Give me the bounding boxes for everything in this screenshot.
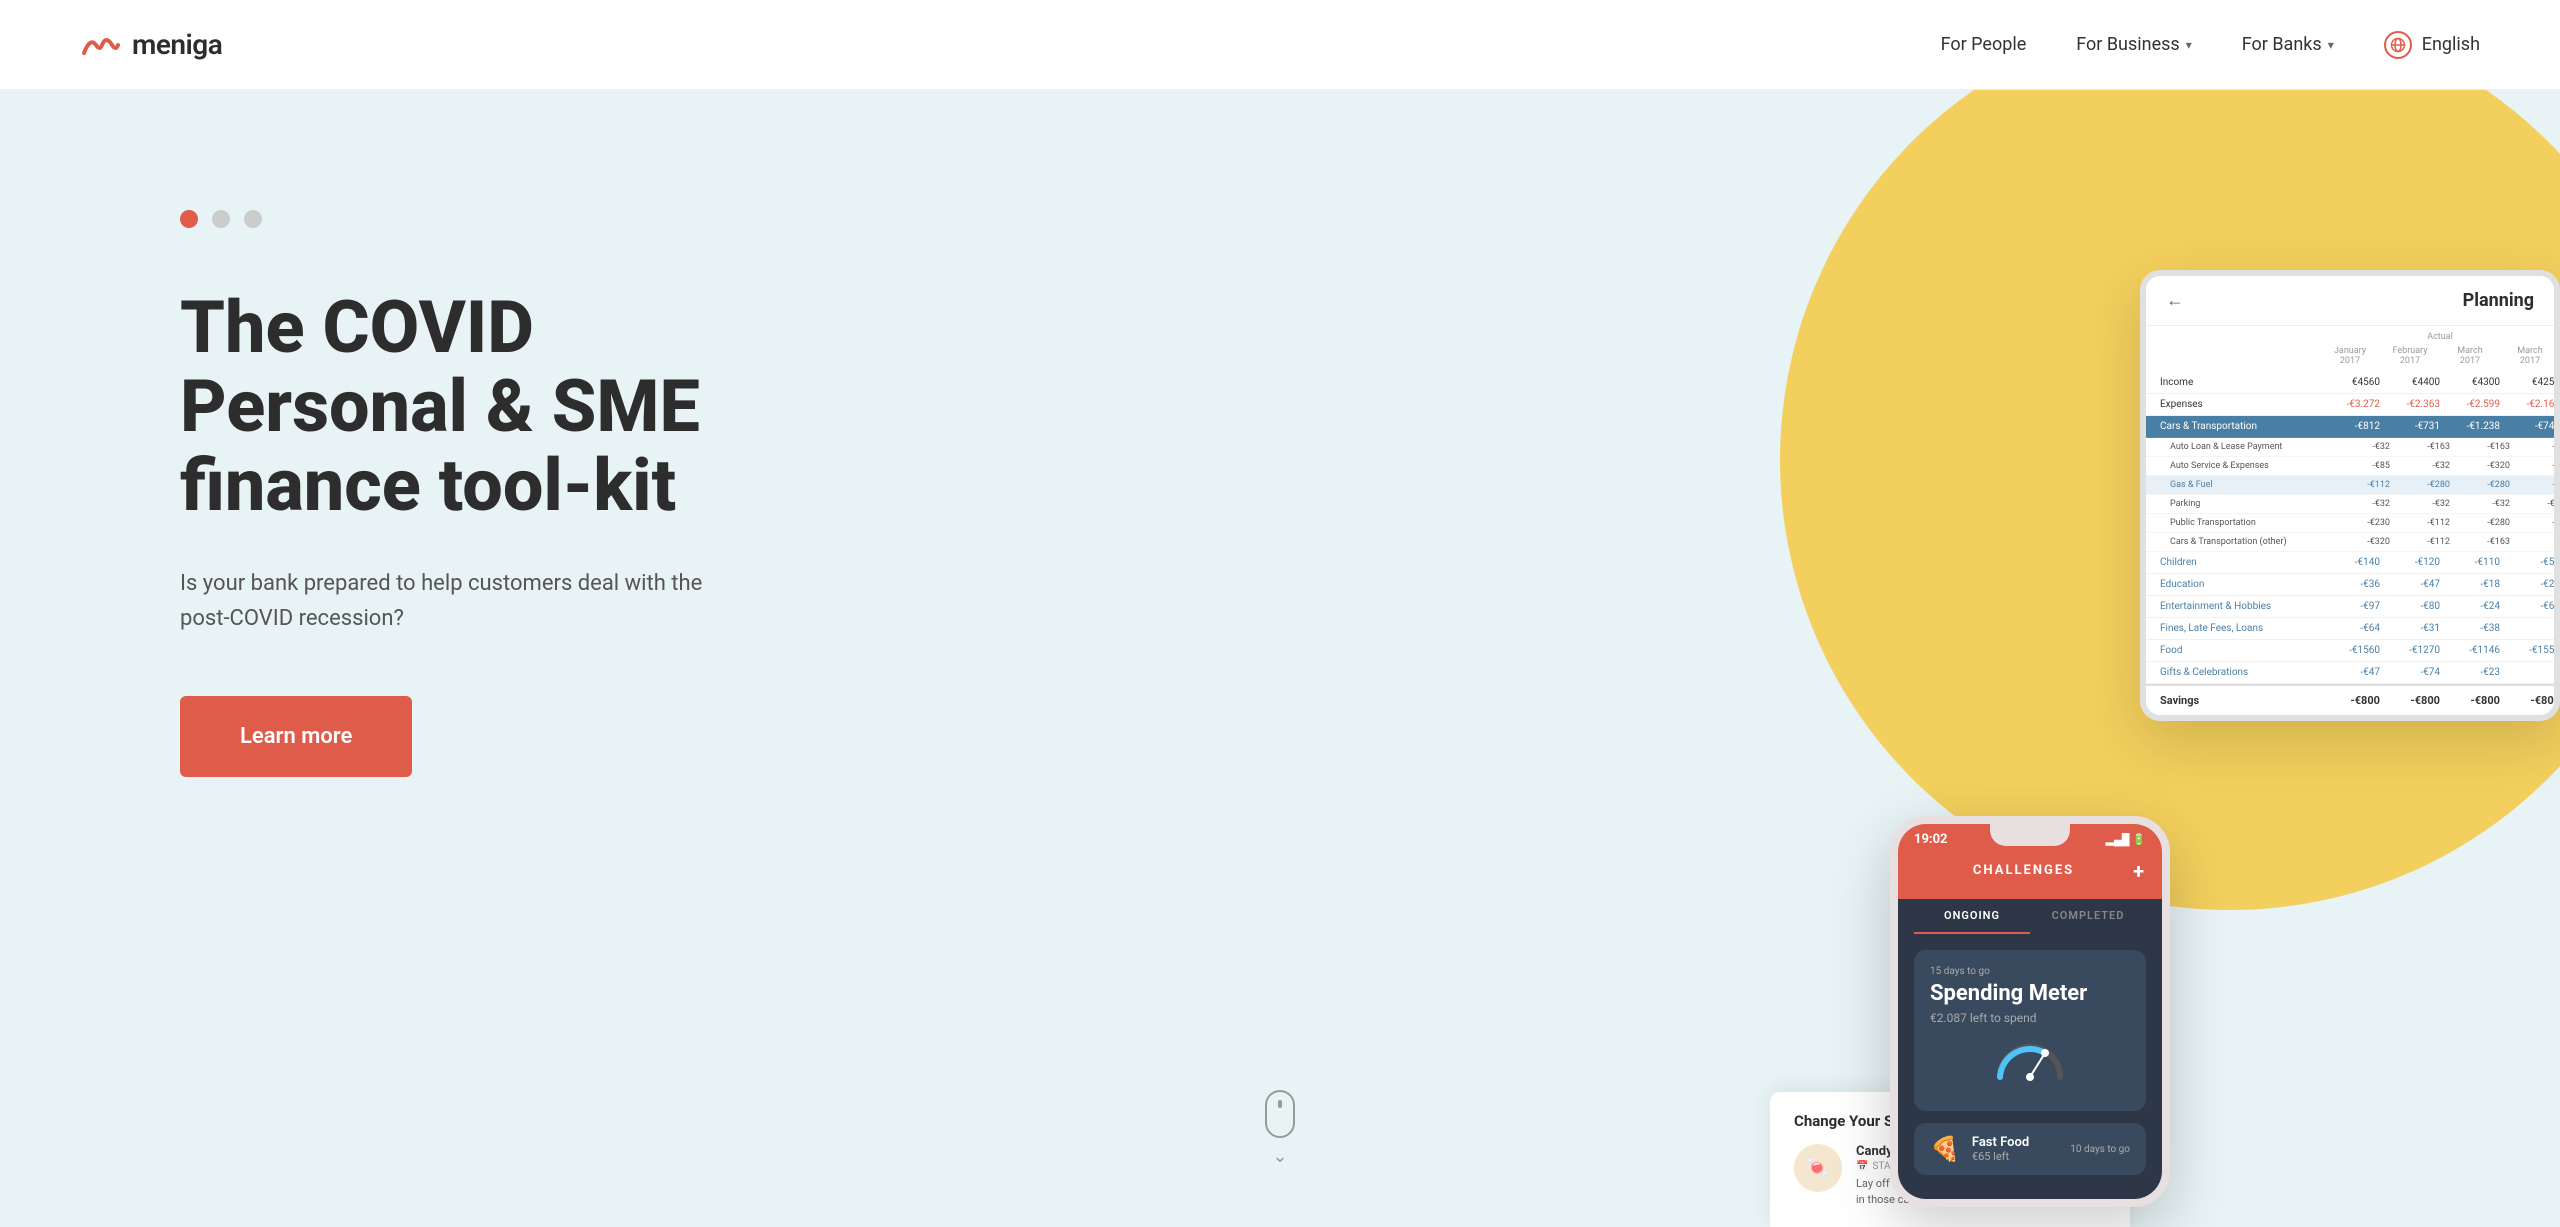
scroll-indicator: ⌄ [1265, 1090, 1295, 1167]
table-month-headers: January 2017 February 2017 March 2017 Ma… [2146, 344, 2554, 372]
table-row: Fines, Late Fees, Loans -€64 -€31 -€38 0 [2146, 618, 2554, 640]
logo[interactable]: meniga [80, 28, 222, 61]
carousel-dot-2[interactable] [212, 210, 230, 228]
chevron-down-icon: ▾ [2328, 38, 2334, 52]
tab-ongoing[interactable]: ONGOING [1914, 899, 2030, 934]
table-row: Food -€1560 -€1270 -€1146 -€1557 [2146, 640, 2554, 662]
table-row: Gifts & Celebrations -€47 -€74 -€23 [2146, 662, 2554, 684]
nav-for-business[interactable]: For Business ▾ [2076, 34, 2192, 55]
tablet-body: Actual January 2017 February 2017 March [2146, 326, 2554, 715]
table-row: Auto Loan & Lease Payment -€32 -€163 -€1… [2146, 438, 2554, 457]
chevron-down-icon: ▾ [2186, 38, 2192, 52]
logo-text: meniga [132, 28, 222, 61]
table-row: Expenses -€3.272 -€2.363 -€2.599 -€2.166 [2146, 394, 2554, 416]
phone-tabs: ONGOING COMPLETED [1898, 899, 2162, 934]
table-row-highlight: Cars & Transportation -€812 -€731 -€1.23… [2146, 416, 2554, 438]
learn-more-button[interactable]: Learn more [180, 696, 412, 777]
carousel-dots [180, 210, 720, 228]
logo-icon [80, 31, 122, 59]
spending-meter-card: 15 days to go Spending Meter €2.087 left… [1914, 950, 2146, 1111]
actual-label: Actual [2320, 332, 2560, 342]
nav-for-banks[interactable]: For Banks ▾ [2242, 34, 2334, 55]
tablet-mockup: ← Planning Actual January 2017 [2140, 270, 2560, 721]
section-rows: Children -€140 -€120 -€110 -€59 Educatio… [2146, 552, 2554, 684]
phone-header: CHALLENGES + [1898, 851, 2162, 899]
phone-body: 15 days to go Spending Meter €2.087 left… [1898, 934, 2162, 1199]
savings-row: Savings -€800 -€800 -€800 -€800 [2146, 684, 2554, 715]
navbar: meniga For People For Business ▾ For Ban… [0, 0, 2560, 90]
phone-notch [1990, 824, 2070, 846]
carousel-dot-1[interactable] [180, 210, 198, 228]
tablet-header: ← Planning [2146, 276, 2554, 326]
language-selector[interactable]: English [2384, 31, 2480, 59]
candy-icon: 🍬 [1794, 1144, 1842, 1192]
hero-section: The COVID Personal & SME finance tool-ki… [0, 90, 2560, 1227]
nav-for-people[interactable]: For People [1941, 34, 2027, 55]
scroll-mouse-icon [1265, 1090, 1295, 1138]
hero-content: The COVID Personal & SME finance tool-ki… [0, 90, 900, 857]
table-row: Cars & Transportation (other) -€320 -€11… [2146, 533, 2554, 552]
phone-mockup: 19:02 ▂▄█ 🔋 CHALLENGES + ONGOING COMPLET… [1890, 816, 2170, 1207]
table-row: Education -€36 -€47 -€18 -€22 [2146, 574, 2554, 596]
table-row: Parking -€32 -€32 -€32 -€280 [2146, 495, 2554, 514]
hero-subtitle: Is your bank prepared to help customers … [180, 566, 720, 636]
table-row: Gas & Fuel -€112 -€280 -€280 -€35 [2146, 476, 2554, 495]
signal-icon: ▂▄█ 🔋 [2106, 833, 2146, 846]
gauge-container [1930, 1037, 2130, 1087]
globe-icon [2384, 31, 2412, 59]
hero-title: The COVID Personal & SME finance tool-ki… [180, 288, 720, 526]
spending-gauge [1990, 1037, 2070, 1087]
table-row: Children -€140 -€120 -€110 -€59 [2146, 552, 2554, 574]
table-row: Entertainment & Hobbies -€97 -€80 -€24 -… [2146, 596, 2554, 618]
fast-food-card: 🍕 Fast Food €65 left 10 days to go [1914, 1123, 2146, 1175]
carousel-dot-3[interactable] [244, 210, 262, 228]
table-row: Income €4560 €4400 €4300 €4250 [2146, 372, 2554, 394]
table-row: Auto Service & Expenses -€85 -€32 -€320 … [2146, 457, 2554, 476]
scroll-chevron-icon: ⌄ [1272, 1146, 1287, 1167]
table-row: Public Transportation -€230 -€112 -€280 … [2146, 514, 2554, 533]
food-emoji: 🍕 [1930, 1135, 1960, 1163]
fast-food-info: Fast Food €65 left [1972, 1135, 2058, 1163]
nav-links: For People For Business ▾ For Banks ▾ En… [1941, 31, 2480, 59]
back-icon[interactable]: ← [2166, 290, 2184, 311]
tab-completed[interactable]: COMPLETED [2030, 899, 2146, 934]
plus-icon: + [2133, 859, 2146, 883]
